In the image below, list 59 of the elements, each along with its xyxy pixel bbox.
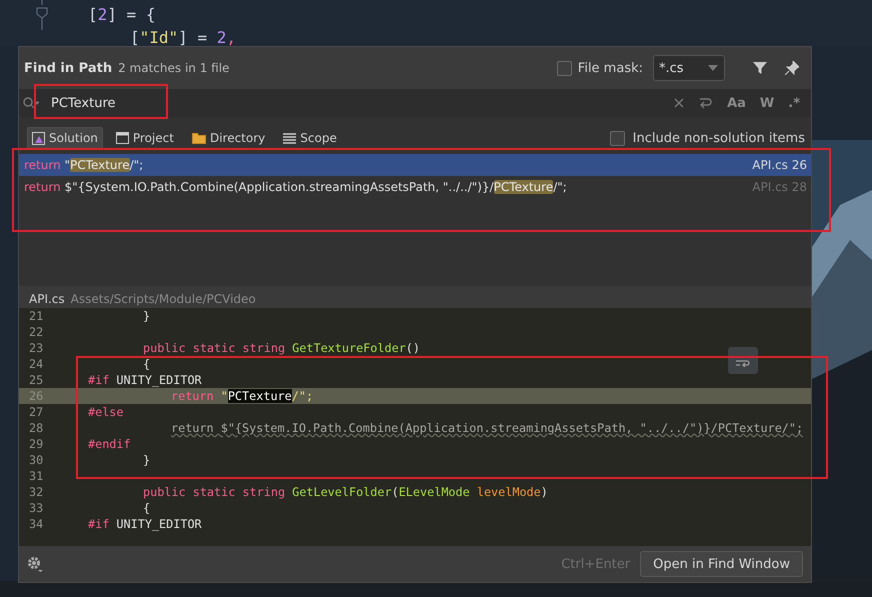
- open-in-find-window-button[interactable]: Open in Find Window: [640, 551, 803, 577]
- file-path: Assets/Scripts/Module/PCVideo: [70, 292, 256, 306]
- line-number: 30: [28, 452, 44, 468]
- file-mask-checkbox[interactable]: [556, 60, 572, 76]
- line-number: 25: [28, 372, 44, 388]
- include-label: Include non-solution items: [632, 130, 805, 146]
- code-line: }: [142, 452, 150, 468]
- search-icon: [23, 97, 39, 109]
- settings-icon[interactable]: [27, 556, 43, 572]
- line-number: 34: [28, 516, 44, 532]
- scope-tab[interactable]: Scope: [278, 127, 342, 149]
- code-line: public static string GetTextureFolder(): [142, 340, 420, 356]
- search-field[interactable]: PCTexture: [43, 96, 171, 110]
- dialog-title: Find in Path: [24, 60, 112, 76]
- line-number: 31: [28, 468, 44, 484]
- list-icon: [283, 132, 296, 144]
- fold-marker-icon: [36, 0, 48, 30]
- code-line: }: [142, 308, 150, 324]
- newline-icon[interactable]: [698, 97, 712, 109]
- caret-icon: [708, 65, 718, 71]
- code-line: {: [142, 500, 150, 516]
- line-number: 26: [28, 388, 44, 404]
- search-option-toggle[interactable]: .*: [783, 96, 805, 110]
- line-number: 21: [28, 308, 44, 324]
- scope-tab[interactable]: Directory: [186, 127, 270, 149]
- code-line: return $"{System.IO.Path.Combine(Application.streamingAssetsPath, "../../")}/PCTexture/";: [170, 420, 804, 436]
- result-row[interactable]: return "PCTexture/"; API.cs 26: [19, 154, 811, 176]
- code-line: return "PCTexture/";: [170, 388, 314, 404]
- match-summary: 2 matches in 1 file: [118, 61, 230, 75]
- line-number: 28: [28, 420, 44, 436]
- line-number: 27: [28, 404, 44, 420]
- line-number: 23: [28, 340, 44, 356]
- code-line: [2] = {: [88, 5, 156, 24]
- code-line: public static string GetLevelFolder(ELevelMode levelMode): [142, 484, 548, 500]
- folder-icon: [192, 132, 206, 144]
- scope-tab[interactable]: Project: [110, 127, 179, 149]
- line-number: 33: [28, 500, 44, 516]
- line-number: 32: [28, 484, 44, 500]
- result-row[interactable]: return $"{System.IO.Path.Combine(Application.streamingAssetsPath, "../../")}/PCTexture/"; API.cs 28: [19, 176, 811, 198]
- code-line: ["Id"] = 2,: [129, 28, 237, 47]
- code-line: {: [142, 356, 150, 372]
- code-line: #if UNITY_EDITOR: [87, 516, 202, 532]
- solution-icon: [32, 132, 45, 144]
- search-option-toggle[interactable]: W: [754, 96, 780, 110]
- file-mask-dropdown[interactable]: *.cs: [653, 55, 725, 81]
- soft-wrap-button[interactable]: [728, 347, 758, 374]
- line-number: 29: [28, 436, 44, 452]
- code-line: #else: [87, 404, 124, 420]
- code-line: #endif: [87, 436, 131, 452]
- scope-tab[interactable]: Solution: [27, 127, 103, 149]
- include-checkbox[interactable]: [610, 130, 625, 146]
- line-number: 24: [28, 356, 44, 372]
- window-icon: [116, 132, 129, 144]
- search-option-toggle[interactable]: Aa: [722, 96, 751, 110]
- file-name: API.cs: [29, 292, 65, 306]
- code-line: #if UNITY_EDITOR: [87, 372, 202, 388]
- line-number: 22: [28, 324, 44, 340]
- clear-icon[interactable]: [674, 98, 684, 108]
- file-mask-label: File mask:: [578, 60, 643, 76]
